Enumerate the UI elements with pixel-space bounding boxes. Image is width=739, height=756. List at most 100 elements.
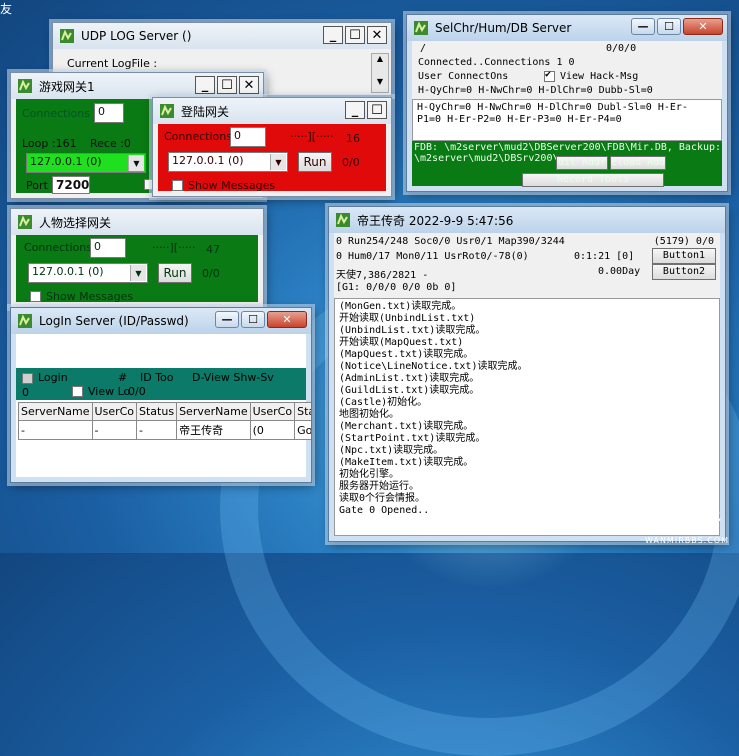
window-title: 人物选择网关 [39,215,112,230]
login-server-window[interactable]: LogIn Server (ID/Passwd) — ☐ ✕ Login # I… [10,307,312,483]
run-stats: 0 Run254/248 Soc0/0 Usr0/1 Map390/3244 [336,236,565,247]
minimize-button[interactable]: _ [345,101,365,119]
sel-gate-window[interactable]: 人物选择网关 Connections 0 ·····][····· 47 127… [10,208,264,308]
connections-field[interactable]: 0 [90,238,126,258]
button2[interactable]: Button2 [652,264,716,280]
db-memo[interactable]: H-QyChr=0 H-NwChr=0 H-DlChr=0 Dubl-Sl=0 … [412,99,722,141]
login-server-memo[interactable] [16,334,306,368]
ip-select[interactable]: 127.0.0.1 (0) ▼ [28,263,148,283]
login-server-titlebar[interactable]: LogIn Server (ID/Passwd) — ☐ ✕ [11,308,311,334]
watermark-url: WANMIRBBS.COM [645,536,729,545]
log-line: (Notice\LineNotice.txt)读取完成。 [339,361,528,372]
maximize-button[interactable]: ☐ [657,18,681,35]
minimize-button[interactable]: _ [195,76,215,94]
db-server-titlebar[interactable]: SelChr/Hum/DB Server — ☐ ✕ [407,15,727,41]
server-grid[interactable]: ServerName UserCo Status ServerName User… [18,402,311,440]
main-server-client: 0 Run254/248 Soc0/0 Usr0/1 Map390/3244 (… [334,233,720,536]
edit-addr-button[interactable]: dit Addr [556,156,608,170]
connections-label: Connections [164,130,232,143]
table-cell[interactable]: - [91,420,138,440]
check-icon: ✔ [545,69,552,80]
view-log-checkbox[interactable] [72,386,83,397]
ip-select[interactable]: 127.0.0.1 (0) ▼ [26,153,146,173]
chevron-down-icon[interactable]: ▼ [270,154,286,170]
memo-line: P1=0 H-Er-P2=0 H-Er-P3=0 H-Er-P4=0 [417,114,622,125]
login-gate-window[interactable]: 登陆网关 _ ☐ Connections 0 ·····][····· 16 1… [152,97,392,197]
port-field[interactable]: 7200 [52,176,90,194]
ip-select-value: 127.0.0.1 (0) [32,265,104,278]
scroll-up-icon[interactable]: ▲ [372,54,388,63]
close-button[interactable]: ✕ [239,76,259,94]
ratio-value: 0/0 [342,156,360,169]
connected-line: Connected..Connections 1 0 [418,57,575,68]
table-cell[interactable]: - [136,420,178,440]
server-log[interactable]: (MonGen.txt)读取完成。 开始读取(UnbindList.txt) (… [334,298,720,536]
column-header[interactable]: Status [136,402,178,421]
chevron-down-icon[interactable]: ▼ [128,155,144,171]
table-cell[interactable]: Good [294,420,311,440]
table-row[interactable]: - - - 帝王传奇 (0 Good [18,420,311,440]
connections-field[interactable]: 0 [230,127,266,147]
app-icon [18,314,32,328]
db-server-window[interactable]: SelChr/Hum/DB Server — ☐ ✕ / 0/0/0 Conne… [406,14,728,192]
view-hack-checkbox[interactable]: ✔ [544,69,555,82]
run-button[interactable]: Run [158,263,192,283]
column-header[interactable]: UserCo [249,402,296,421]
login-server-toolbar: Login # ID Too D-View Shw-Sv 0 View Lo 0… [16,368,306,400]
close-button[interactable]: ✕ [267,311,307,328]
close-button[interactable]: ✕ [683,18,723,35]
run-button[interactable]: Run [298,152,332,172]
watermark-logo: 玩传奇 WANMIRBBS.COM [645,504,729,545]
main-server-window[interactable]: 帝王传奇 2022-9-9 5:47:56 0 Run254/248 Soc0/… [328,206,726,542]
record-tools-button[interactable]: Record Tools [522,173,664,187]
maximize-button[interactable]: ☐ [241,311,265,328]
minimize-button[interactable]: _ [323,26,343,44]
table-cell[interactable]: - [18,420,93,440]
login-gate-titlebar[interactable]: 登陆网关 _ ☐ [153,98,391,124]
minimize-button[interactable]: — [631,18,655,35]
button1[interactable]: Button1 [652,248,716,264]
maximize-button[interactable]: ☐ [217,76,237,94]
column-header[interactable]: ServerName [18,402,93,421]
column-header[interactable]: Status [294,402,311,421]
table-cell[interactable]: (0 [249,420,296,440]
login-checkbox[interactable] [22,373,33,384]
maximize-button[interactable]: ☐ [345,26,365,44]
grid-header-row: ServerName UserCo Status ServerName User… [18,402,311,421]
show-messages-label: Show Messages [46,290,134,303]
show-messages-checkbox[interactable] [172,180,183,191]
stats-line: H-QyChr=0 H-NwChr=0 H-DlChr=0 Dubb-Sl=0 [418,85,653,96]
scroll-down-icon[interactable]: ▼ [372,77,388,86]
log-line: (Merchant.txt)读取完成。 [339,421,474,432]
slash-label: / [420,43,427,54]
maximize-button[interactable]: ☐ [367,101,387,119]
connections-field[interactable]: 0 [94,103,124,123]
connections-label: Connections [22,107,90,120]
db-footer: FDB: \m2server\mud2\DBServer200\FDB\Mir.… [412,141,722,187]
angel-stats: 天使7,386/2821 - [336,270,429,281]
count-value: 47 [206,243,220,256]
column-header[interactable]: ServerName [176,402,251,421]
ip-select-value: 127.0.0.1 (0) [172,154,244,167]
column-header[interactable]: UserCo [91,402,138,421]
show-messages-checkbox[interactable] [30,291,41,302]
log-line: (UnbindList.txt)读取完成。 [339,325,486,336]
table-cell[interactable]: 帝王传奇 [176,420,251,440]
desktop-corner-text: 友 [0,2,13,16]
close-button[interactable]: ✕ [367,26,387,44]
reload-addr-button[interactable]: eload Add [610,156,666,170]
ip-select[interactable]: 127.0.0.1 (0) ▼ [168,152,288,172]
log-line: 开始读取(UnbindList.txt) [339,313,476,324]
log-line: (MakeItem.txt)读取完成。 [339,457,474,468]
window-title: UDP LOG Server () [81,29,192,43]
udp-log-titlebar[interactable]: UDP LOG Server () _ ☐ ✕ [53,23,391,49]
window-title: LogIn Server (ID/Passwd) [39,314,189,328]
uptime-value: 0:1:21 [0] [574,251,635,262]
vertical-scrollbar[interactable]: ▲ ▼ [371,53,389,93]
fdb-line: FDB: \m2server\mud2\DBServer200\FDB\Mir.… [414,142,722,153]
sel-gate-titlebar[interactable]: 人物选择网关 [11,209,263,235]
minimize-button[interactable]: — [215,311,239,328]
main-server-titlebar[interactable]: 帝王传奇 2022-9-9 5:47:56 [329,207,725,233]
game-gate-titlebar[interactable]: 游戏网关1 _ ☐ ✕ [11,73,263,99]
chevron-down-icon[interactable]: ▼ [130,265,146,281]
